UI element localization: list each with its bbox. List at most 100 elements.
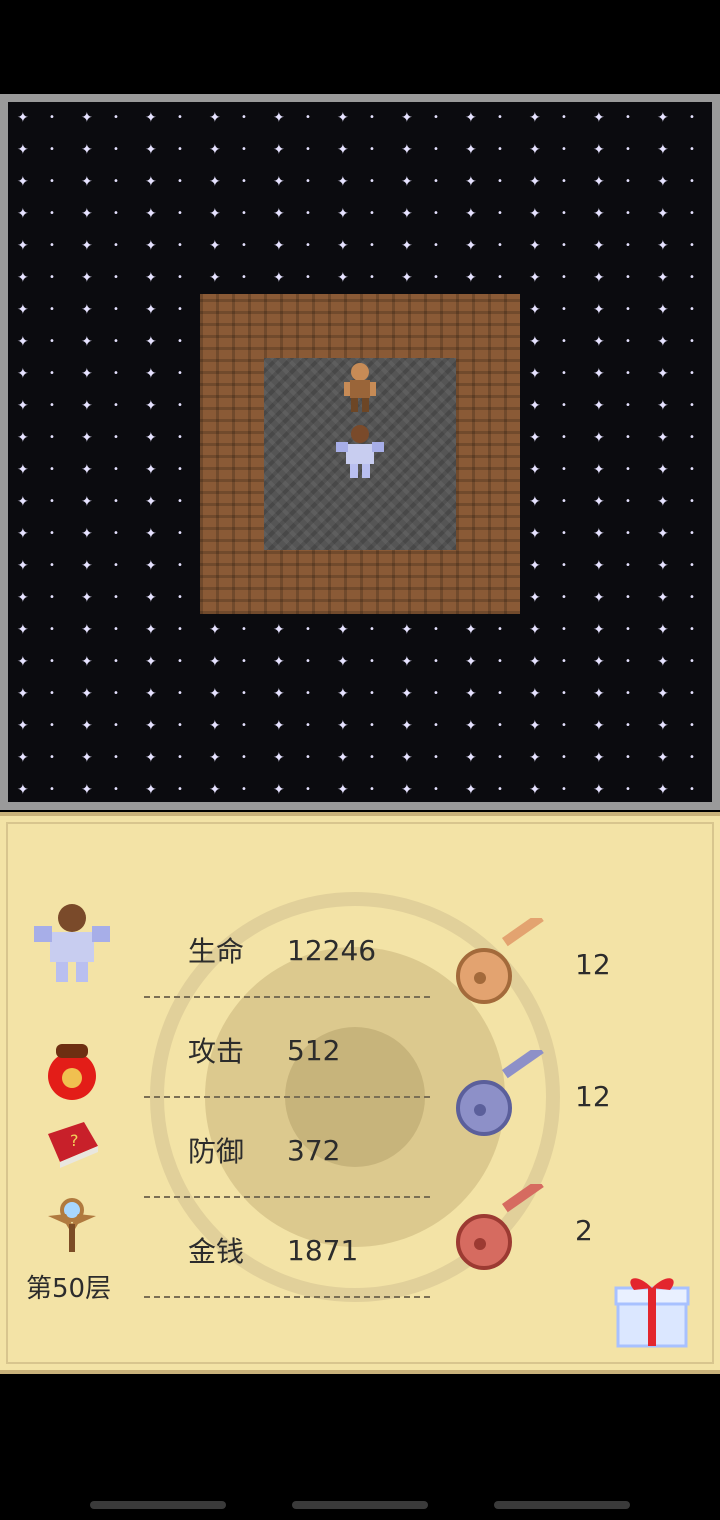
def-value: 372 — [287, 1134, 341, 1167]
star-icon: • — [625, 304, 631, 315]
star-icon: • — [433, 176, 439, 187]
star-icon: • — [497, 208, 503, 219]
red-key-count: 2 — [575, 1214, 593, 1247]
star-icon: • — [689, 176, 695, 187]
star-icon: • — [177, 336, 183, 347]
star-icon: ✦ — [81, 206, 93, 222]
star-icon: • — [241, 752, 247, 763]
star-icon: ✦ — [17, 462, 29, 478]
star-icon: ✦ — [17, 750, 29, 766]
star-icon: ✦ — [17, 494, 29, 510]
star-icon: ✦ — [593, 462, 605, 478]
star-icon: ✦ — [337, 110, 349, 126]
star-icon: • — [561, 688, 567, 699]
star-icon: • — [113, 752, 119, 763]
star-icon: ✦ — [465, 750, 477, 766]
star-icon: • — [49, 464, 55, 475]
star-icon: ✦ — [529, 782, 541, 798]
star-icon: ✦ — [81, 302, 93, 318]
gold-value: 1871 — [287, 1234, 359, 1267]
hero-sprite[interactable] — [328, 422, 392, 486]
star-icon: ✦ — [81, 462, 93, 478]
star-icon: ✦ — [465, 270, 477, 286]
star-icon: • — [561, 752, 567, 763]
atk-divider — [144, 1096, 430, 1098]
star-icon: • — [625, 592, 631, 603]
hero-portrait-icon[interactable] — [26, 896, 118, 988]
floor-label: 第50层 — [26, 1274, 112, 1304]
npc-sprite[interactable] — [328, 358, 392, 422]
star-icon: ✦ — [657, 782, 669, 798]
star-icon: ✦ — [401, 654, 413, 670]
star-icon: • — [561, 176, 567, 187]
floor-fly-staff-icon[interactable] — [42, 1194, 102, 1254]
star-icon: ✦ — [17, 110, 29, 126]
star-icon: ✦ — [145, 590, 157, 606]
star-icon: • — [625, 400, 631, 411]
star-icon: ✦ — [465, 110, 477, 126]
star-icon: • — [113, 592, 119, 603]
star-icon: ✦ — [145, 334, 157, 350]
star-icon: • — [561, 720, 567, 731]
star-icon: • — [433, 720, 439, 731]
star-icon: ✦ — [209, 270, 221, 286]
star-icon: • — [497, 272, 503, 283]
star-icon: • — [241, 784, 247, 795]
star-icon: • — [689, 368, 695, 379]
gold-divider — [144, 1296, 430, 1298]
star-icon: ✦ — [17, 718, 29, 734]
star-icon: ✦ — [209, 782, 221, 798]
star-icon: • — [689, 752, 695, 763]
lucky-bag-icon[interactable] — [38, 1036, 106, 1104]
star-icon: • — [625, 624, 631, 635]
star-icon: • — [49, 592, 55, 603]
star-icon: • — [561, 560, 567, 571]
room-floor — [264, 358, 456, 550]
star-icon: • — [113, 656, 119, 667]
star-icon: • — [625, 720, 631, 731]
nav-bar-center[interactable] — [292, 1501, 428, 1509]
star-icon: ✦ — [465, 206, 477, 222]
star-icon: • — [561, 784, 567, 795]
red-key-icon — [456, 1184, 544, 1270]
gift-box-icon[interactable] — [606, 1262, 698, 1354]
star-icon: • — [625, 464, 631, 475]
star-icon: • — [689, 560, 695, 571]
star-icon: ✦ — [529, 142, 541, 158]
star-icon: • — [241, 112, 247, 123]
star-icon: • — [689, 784, 695, 795]
star-icon: ✦ — [529, 238, 541, 254]
star-icon: ✦ — [401, 174, 413, 190]
star-icon: • — [625, 368, 631, 379]
nav-bar-right[interactable] — [494, 1501, 630, 1509]
star-icon: • — [369, 720, 375, 731]
star-icon: • — [625, 112, 631, 123]
star-icon: ✦ — [657, 494, 669, 510]
star-icon: • — [49, 784, 55, 795]
star-icon: • — [433, 272, 439, 283]
star-icon: ✦ — [273, 686, 285, 702]
star-icon: ✦ — [209, 206, 221, 222]
monster-book-icon[interactable]: ? — [40, 1116, 104, 1180]
star-icon: • — [369, 240, 375, 251]
game-area[interactable]: ✦ • ✦ • ✦ • ✦ • ✦ • ✦ • ✦ • ✦ • ✦ • ✦ • ✦ • ✦ • ✦ • ✦ • ✦ • ✦ • ✦ • ✦ • ✦ • ✦ •… — [0, 94, 720, 810]
star-icon: • — [49, 624, 55, 635]
star-icon: • — [177, 432, 183, 443]
star-icon: ✦ — [465, 622, 477, 638]
star-icon: • — [689, 432, 695, 443]
star-icon: ✦ — [593, 590, 605, 606]
star-icon: ✦ — [465, 174, 477, 190]
star-icon: ✦ — [273, 110, 285, 126]
star-icon: ✦ — [529, 750, 541, 766]
star-icon: ✦ — [81, 558, 93, 574]
nav-bar-left[interactable] — [90, 1501, 226, 1509]
star-icon: ✦ — [401, 750, 413, 766]
star-icon: ✦ — [657, 366, 669, 382]
star-icon: • — [561, 112, 567, 123]
star-icon: • — [561, 624, 567, 635]
star-icon: • — [689, 592, 695, 603]
game-board[interactable]: ✦ • ✦ • ✦ • ✦ • ✦ • ✦ • ✦ • ✦ • ✦ • ✦ • ✦ • ✦ • ✦ • ✦ • ✦ • ✦ • ✦ • ✦ • ✦ • ✦ •… — [0, 94, 720, 810]
star-icon: ✦ — [17, 686, 29, 702]
star-icon: • — [49, 688, 55, 699]
star-icon: • — [113, 624, 119, 635]
